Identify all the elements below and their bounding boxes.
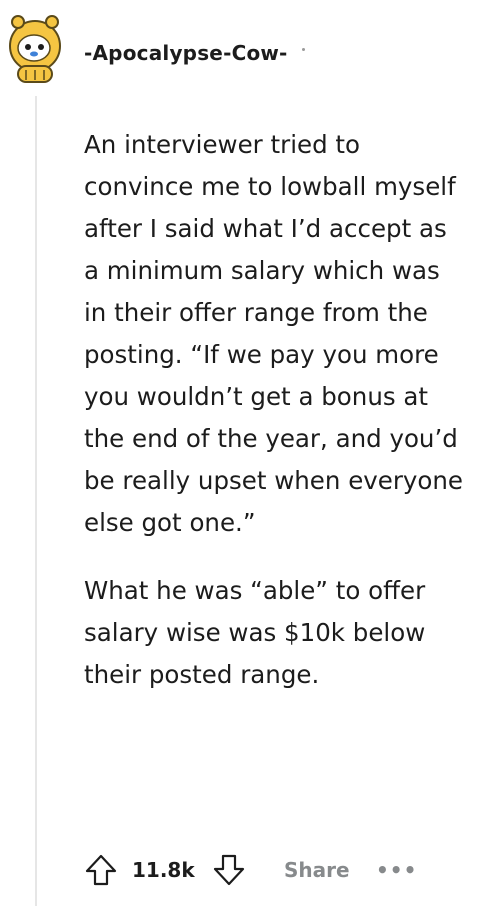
thread-line[interactable] xyxy=(35,96,37,906)
comment-paragraph: What he was “able” to offer salary wise … xyxy=(84,576,426,689)
comment-paragraph: An interviewer tried to convince me to l… xyxy=(84,130,464,537)
upvote-arrow-icon[interactable] xyxy=(80,846,122,894)
downvote-arrow-icon[interactable] xyxy=(208,846,250,894)
comment-actions: 11.8k Share ••• xyxy=(80,846,470,894)
comment-body: An interviewer tried to convince me to l… xyxy=(84,124,464,696)
vote-score: 11.8k xyxy=(132,858,195,882)
comment-header: -Apocalypse-Cow- xyxy=(0,0,478,90)
separator-dot xyxy=(302,48,305,51)
snoo-avatar-icon[interactable] xyxy=(4,8,66,84)
comment-author[interactable]: -Apocalypse-Cow- xyxy=(84,41,288,65)
more-options-icon[interactable]: ••• xyxy=(376,858,416,882)
share-button[interactable]: Share xyxy=(284,858,350,882)
